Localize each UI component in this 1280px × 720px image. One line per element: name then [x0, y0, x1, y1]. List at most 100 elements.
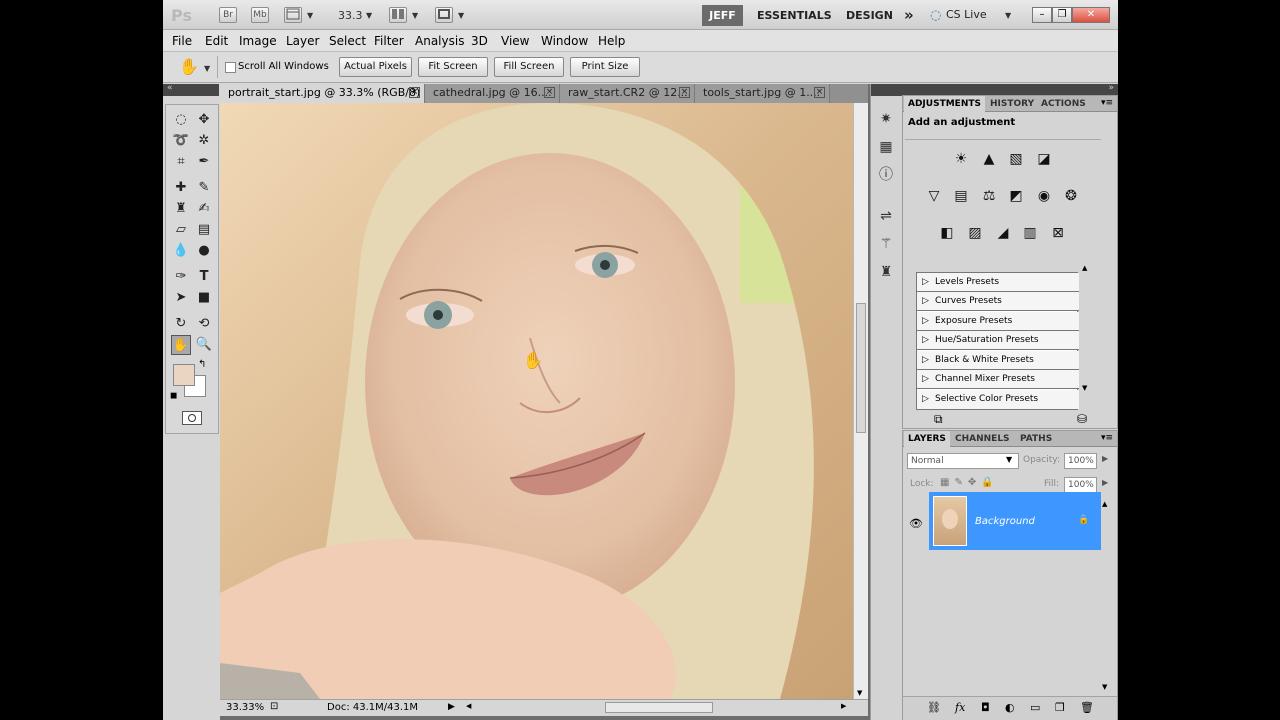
tab-history[interactable]: HISTORY	[986, 96, 1038, 112]
type-tool-icon[interactable]: T	[194, 267, 214, 287]
shape-tool-icon[interactable]: ■	[194, 288, 214, 308]
menu-window[interactable]: Window	[541, 34, 588, 48]
preset-selective-color[interactable]: ▷ Selective Color Presets	[917, 390, 1079, 409]
scroll-down-icon[interactable]: ▼	[857, 689, 862, 697]
view-extras-button[interactable]	[284, 7, 302, 23]
scroll-up-icon[interactable]: ▲	[1082, 264, 1087, 272]
chevron-down-icon[interactable]: ▼	[412, 11, 418, 20]
curves-icon[interactable]: ▧	[1005, 149, 1027, 169]
scroll-down-icon[interactable]: ▼	[1102, 683, 1107, 691]
chevron-down-icon[interactable]: ▼	[1006, 455, 1012, 464]
fill-screen-button[interactable]: Fill Screen	[494, 57, 564, 77]
clip-layer-icon[interactable]: ⛁	[1077, 412, 1087, 426]
zoom-readout[interactable]: 33.33%	[226, 702, 264, 713]
foreground-color-swatch[interactable]	[173, 364, 195, 386]
dodge-tool-icon[interactable]: ●	[194, 241, 214, 261]
invert-icon[interactable]: ◧	[936, 223, 958, 243]
horizontal-scroll-thumb[interactable]	[605, 702, 713, 713]
preset-curves[interactable]: ▷ Curves Presets	[917, 292, 1079, 311]
preset-hue-saturation[interactable]: ▷ Hue/Saturation Presets	[917, 331, 1079, 350]
brightness-contrast-icon[interactable]: ☀	[950, 149, 972, 169]
pen-tool-icon[interactable]: ✑	[171, 267, 191, 287]
visibility-eye-icon[interactable]: 👁	[909, 517, 923, 530]
more-workspaces-icon[interactable]: »	[904, 6, 914, 24]
histogram-icon[interactable]: ▦	[877, 138, 895, 156]
menu-select[interactable]: Select	[329, 34, 366, 48]
workspace-jeff[interactable]: JEFF	[702, 5, 743, 26]
status-options-icon[interactable]: ⊡	[270, 701, 278, 712]
menu-filter[interactable]: Filter	[374, 34, 404, 48]
tab-adjustments[interactable]: ADJUSTMENTS	[904, 96, 985, 112]
close-button[interactable]: ✕	[1072, 7, 1110, 23]
3d-rotate-tool-icon[interactable]: ↻	[171, 314, 191, 334]
channel-mixer-icon[interactable]: ❂	[1060, 186, 1082, 206]
menu-view[interactable]: View	[501, 34, 529, 48]
preset-levels[interactable]: ▷ Levels Presets	[917, 273, 1079, 292]
eyedropper-tool-icon[interactable]: ✒	[194, 152, 214, 172]
crop-tool-icon[interactable]: ⌗	[171, 152, 191, 172]
status-menu-icon[interactable]: ▶	[448, 702, 455, 712]
photo-filter-icon[interactable]: ◉	[1033, 186, 1055, 206]
exposure-icon[interactable]: ◪	[1033, 149, 1055, 169]
close-icon[interactable]: ×	[679, 87, 690, 98]
clone-stamp-tool-icon[interactable]: ♜	[171, 199, 191, 219]
history-brush-tool-icon[interactable]: ✍	[194, 199, 214, 219]
tab-paths[interactable]: PATHS	[1016, 431, 1056, 447]
menu-help[interactable]: Help	[598, 34, 625, 48]
gradient-map-icon[interactable]: ▥	[1019, 223, 1041, 243]
marquee-tool-icon[interactable]: ◌	[171, 110, 191, 130]
tab-layers[interactable]: LAYERS	[904, 431, 950, 447]
black-white-icon[interactable]: ◩	[1005, 186, 1027, 206]
minimize-button[interactable]: –	[1032, 7, 1052, 23]
screen-mode-button[interactable]	[435, 7, 453, 23]
tab-tools-start[interactable]: tools_start.jpg @ 1.... ×	[695, 84, 830, 103]
brush-presets-icon[interactable]: ⇌	[877, 207, 895, 225]
quick-mask-icon[interactable]	[182, 411, 202, 425]
threshold-icon[interactable]: ◢	[992, 223, 1014, 243]
preset-channel-mixer[interactable]: ▷ Channel Mixer Presets	[917, 370, 1079, 389]
image-canvas[interactable]: ✋	[220, 103, 853, 699]
expand-icon[interactable]: »	[1108, 83, 1114, 93]
scroll-left-icon[interactable]: ◀	[466, 702, 471, 710]
menu-file[interactable]: File	[172, 34, 192, 48]
3d-camera-tool-icon[interactable]: ⟲	[194, 314, 214, 334]
posterize-icon[interactable]: ▨	[964, 223, 986, 243]
collapse-icon[interactable]: «	[167, 83, 173, 93]
add-mask-icon[interactable]: ◘	[981, 701, 990, 714]
tab-portrait-start[interactable]: portrait_start.jpg @ 33.3% (RGB/8) * ×	[220, 84, 425, 117]
scroll-all-windows-checkbox[interactable]	[225, 62, 236, 73]
workspace-design[interactable]: DESIGN	[846, 9, 893, 22]
scroll-down-icon[interactable]: ▼	[1082, 384, 1087, 392]
chevron-down-icon[interactable]: ▼	[458, 11, 464, 20]
vibrance-icon[interactable]: ▽	[923, 186, 945, 206]
scroll-up-icon[interactable]: ▲	[1102, 500, 1107, 508]
menu-analysis[interactable]: Analysis	[415, 34, 464, 48]
healing-brush-tool-icon[interactable]: ✚	[171, 178, 191, 198]
tab-raw-start[interactable]: raw_start.CR2 @ 12.... ×	[560, 84, 695, 103]
fx-icon[interactable]: fx	[955, 701, 965, 714]
trash-icon[interactable]: 🗑	[1080, 701, 1094, 714]
blur-tool-icon[interactable]: 💧	[171, 241, 191, 261]
lasso-tool-icon[interactable]: ➰	[171, 131, 191, 151]
default-colors-icon[interactable]: ◼	[170, 391, 177, 401]
minibridge-button[interactable]: Mb	[251, 7, 269, 23]
restore-button[interactable]: ❐	[1052, 7, 1072, 23]
tab-actions[interactable]: ACTIONS	[1037, 96, 1090, 112]
actual-pixels-button[interactable]: Actual Pixels	[339, 57, 412, 77]
fit-screen-button[interactable]: Fit Screen	[418, 57, 488, 77]
new-adjustment-layer-icon[interactable]: ◐	[1005, 701, 1015, 714]
hue-saturation-icon[interactable]: ▤	[950, 186, 972, 206]
scroll-right-icon[interactable]: ▶	[841, 702, 846, 710]
move-tool-icon[interactable]: ✥	[194, 110, 214, 130]
zoom-tool-icon[interactable]: 🔍	[194, 335, 214, 355]
navigator-icon[interactable]: ✷	[877, 110, 895, 128]
swap-colors-icon[interactable]: ↰	[198, 359, 206, 370]
selective-color-icon[interactable]: ⊠	[1047, 223, 1069, 243]
preset-exposure[interactable]: ▷ Exposure Presets	[917, 312, 1079, 331]
tab-channels[interactable]: CHANNELS	[951, 431, 1014, 447]
hand-tool-preset-icon[interactable]: ✋	[179, 57, 199, 76]
menu-edit[interactable]: Edit	[205, 34, 228, 48]
fill-slider-icon[interactable]: ▶	[1102, 478, 1108, 487]
tab-cathedral[interactable]: cathedral.jpg @ 16.... ×	[425, 84, 560, 103]
opacity-input[interactable]: 100%	[1064, 453, 1097, 469]
